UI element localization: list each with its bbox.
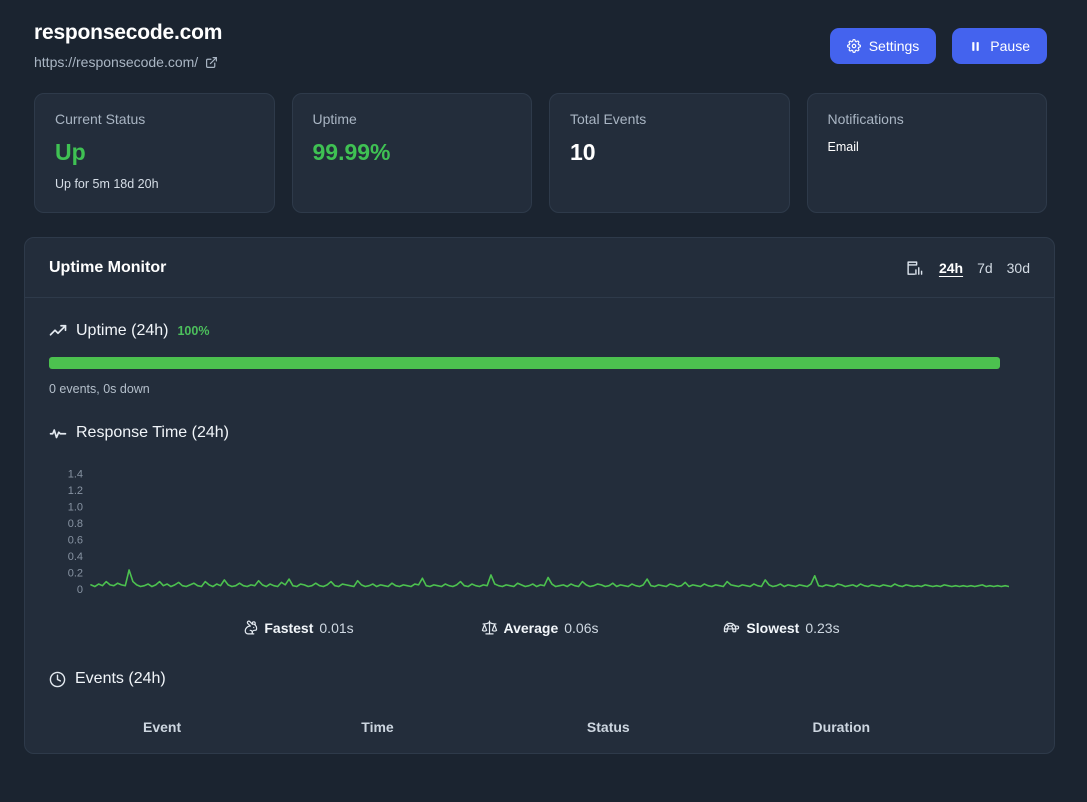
settings-button[interactable]: Settings	[829, 28, 937, 64]
uptime-value: 99.99%	[312, 138, 391, 165]
chart-columns-icon[interactable]	[906, 260, 923, 277]
stat-cards: Current Status Up Up for 5m 18d 20h Upti…	[0, 70, 1087, 214]
pause-button[interactable]: Pause	[952, 28, 1047, 64]
stat-average-label: Average	[503, 619, 559, 636]
range-24h[interactable]: 24h	[939, 259, 963, 277]
activity-pulse-icon	[49, 424, 67, 442]
site-url-row[interactable]: https://responsecode.com/	[34, 54, 222, 70]
rabbit-icon	[241, 619, 258, 636]
notification-channel: Email	[827, 139, 859, 154]
card-label: Uptime	[312, 111, 357, 128]
column-header-time[interactable]: Time	[343, 705, 569, 753]
events-table: Event Time Status Duration	[49, 705, 1030, 753]
range-30d[interactable]: 30d	[1007, 259, 1030, 277]
trending-up-icon	[49, 322, 67, 340]
y-axis-tick-label: 1.2	[68, 485, 83, 497]
scale-icon	[481, 619, 498, 636]
events-table-head: Event Time Status Duration	[49, 705, 1030, 753]
response-time-line	[90, 569, 1009, 588]
total-events-value: 10	[570, 138, 596, 165]
y-axis-tick-label: 1.0	[68, 502, 83, 514]
card-total-events: Total Events 10	[549, 93, 790, 214]
card-notifications: Notifications Email	[806, 93, 1047, 214]
site-url-label: https://responsecode.com/	[34, 54, 199, 71]
response-time-section-title: Response Time (24h)	[76, 424, 229, 442]
y-axis-tick-label: 0.2	[68, 568, 83, 580]
card-label: Total Events	[570, 111, 647, 128]
response-time-section: Response Time (24h) 1.4 1.2 1.0 0.8 0.6 0.4 0.…	[49, 424, 1030, 636]
column-header-event[interactable]: Event	[49, 705, 343, 753]
panel-header: Uptime Monitor 24h 7d 30d	[25, 238, 1054, 299]
column-header-status[interactable]: Status	[569, 705, 795, 753]
range-7d[interactable]: 7d	[977, 259, 993, 277]
gear-icon	[846, 39, 861, 53]
panel-body: Uptime (24h) 100% 0 events, 0s down Resp…	[25, 298, 1054, 753]
events-section: Events (24h) Event Time Status Duration	[49, 670, 1030, 753]
stat-slowest-label: Slowest	[746, 619, 800, 636]
pause-button-label: Pause	[990, 38, 1030, 54]
events-section-header: Events (24h)	[49, 670, 1030, 688]
events-table-header-row: Event Time Status Duration	[49, 705, 1030, 753]
stat-slowest-value: 0.23s	[805, 619, 840, 636]
y-axis-tick-label: 1.4	[68, 469, 83, 481]
status-badge: Up	[55, 138, 86, 165]
stat-average-value: 0.06s	[564, 619, 599, 636]
card-current-status: Current Status Up Up for 5m 18d 20h	[34, 93, 275, 214]
column-header-duration[interactable]: Duration	[795, 705, 1030, 753]
settings-button-label: Settings	[868, 38, 920, 54]
site-identity: responsecode.com https://responsecode.co…	[34, 20, 222, 70]
uptime-percent-badge: 100%	[177, 324, 210, 339]
external-link-icon[interactable]	[205, 56, 218, 69]
page-title: responsecode.com	[34, 21, 223, 44]
stat-fastest: Fastest 0.01s	[177, 619, 419, 636]
y-axis-tick-label: 0.8	[68, 518, 83, 530]
uptime-monitor-panel: Uptime Monitor 24h 7d 30d Uptime (24h) 1…	[24, 237, 1055, 755]
pause-icon	[969, 40, 982, 53]
uptime-section-header: Uptime (24h) 100%	[49, 322, 1030, 340]
card-uptime: Uptime 99.99%	[291, 93, 532, 214]
panel-title: Uptime Monitor	[49, 259, 167, 277]
stat-average: Average 0.06s	[419, 619, 661, 636]
response-time-stats: Fastest 0.01s Average 0.06s Slowest 0.23…	[49, 619, 1030, 636]
stat-fastest-label: Fastest	[264, 619, 314, 636]
response-time-chart-svg: 1.4 1.2 1.0 0.8 0.6 0.4 0.2 0	[68, 469, 1009, 596]
y-axis-tick-label: 0	[77, 584, 83, 596]
uptime-note: 0 events, 0s down	[49, 382, 150, 397]
uptime-bar	[49, 357, 1000, 370]
uptime-section-title: Uptime (24h)	[76, 322, 169, 340]
y-axis-tick-label: 0.6	[68, 535, 83, 547]
stat-slowest: Slowest 0.23s	[661, 619, 903, 636]
page-header: responsecode.com https://responsecode.co…	[0, 0, 1087, 70]
card-label: Current Status	[55, 111, 146, 128]
uptime-section: Uptime (24h) 100% 0 events, 0s down	[49, 322, 1030, 396]
stat-fastest-value: 0.01s	[319, 619, 354, 636]
card-label: Notifications	[827, 111, 904, 128]
response-time-section-header: Response Time (24h)	[49, 424, 1030, 442]
clock-icon	[49, 671, 66, 688]
time-range-selector: 24h 7d 30d	[906, 259, 1030, 277]
turtle-icon	[723, 619, 740, 636]
card-subtext: Up for 5m 18d 20h	[55, 177, 159, 192]
response-time-chart: 1.4 1.2 1.0 0.8 0.6 0.4 0.2 0	[49, 459, 1030, 607]
events-section-title: Events (24h)	[75, 670, 166, 688]
header-actions: Settings Pause	[829, 20, 1047, 64]
y-axis-tick-label: 0.4	[68, 551, 83, 563]
